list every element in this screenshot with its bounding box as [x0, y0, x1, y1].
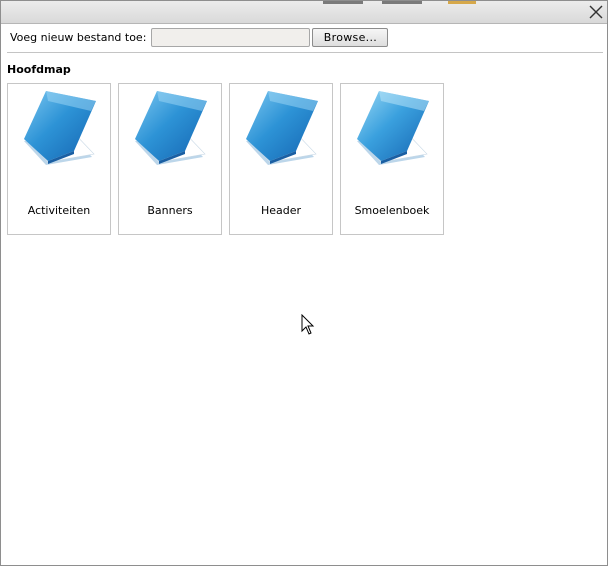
close-icon: [589, 5, 603, 19]
close-button[interactable]: [587, 3, 605, 21]
folder-name: Banners: [147, 204, 193, 217]
titlebar-strip: [448, 1, 476, 4]
separator: [7, 52, 603, 53]
folder-item[interactable]: Activiteiten: [7, 83, 111, 235]
mouse-cursor-icon: [301, 314, 315, 335]
book-icon: [246, 91, 318, 165]
file-browser-dialog: Voeg nieuw bestand toe: Browse... Hoofdm…: [0, 0, 608, 566]
dialog-titlebar[interactable]: [1, 1, 607, 24]
folder-item[interactable]: Banners: [118, 83, 222, 235]
folder-name: Activiteiten: [27, 204, 91, 217]
browse-button[interactable]: Browse...: [312, 27, 389, 47]
titlebar-strip: [323, 1, 363, 4]
titlebar-strip: [382, 1, 422, 4]
section-title: Hoofdmap: [7, 63, 71, 76]
folder-item[interactable]: Smoelenboek: [340, 83, 444, 235]
file-input[interactable]: [151, 27, 311, 47]
folder-name: Smoelenboek: [354, 204, 430, 217]
book-icon: [24, 91, 96, 165]
folder-item[interactable]: Header: [229, 83, 333, 235]
book-icon: [357, 91, 429, 165]
upload-row: Voeg nieuw bestand toe: Browse...: [10, 27, 389, 47]
upload-label: Voeg nieuw bestand toe:: [10, 30, 147, 44]
book-icon: [135, 91, 207, 165]
folder-name: Header: [260, 204, 302, 217]
folder-grid: Activiteiten Banners Header Smoelenboek: [7, 83, 451, 235]
